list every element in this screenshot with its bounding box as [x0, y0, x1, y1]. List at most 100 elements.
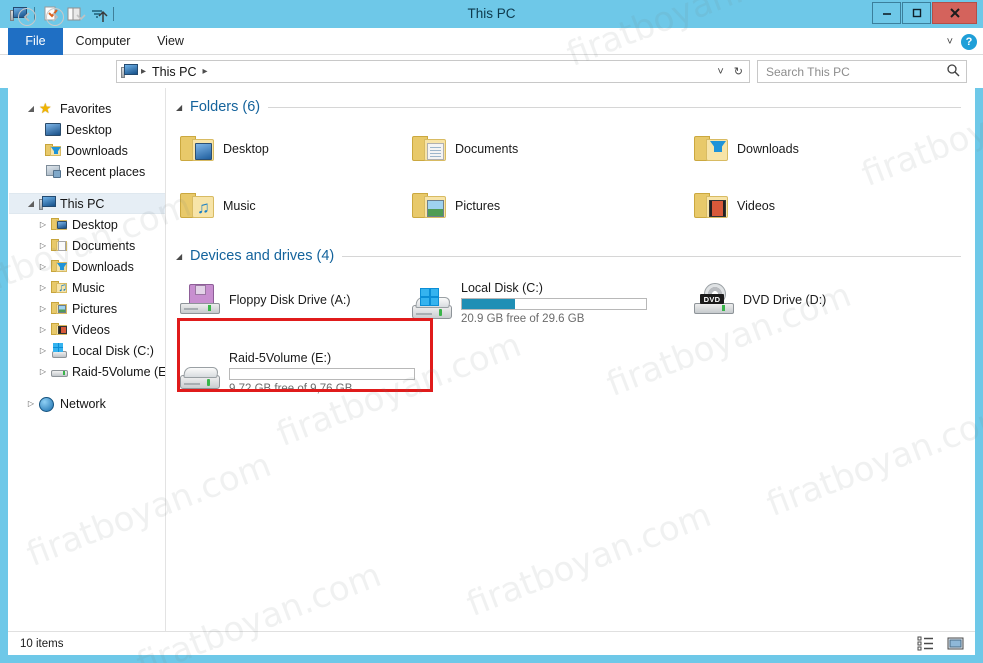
ribbon-right-controls: ˅ ?	[947, 28, 977, 55]
breadcrumb-separator-0[interactable]: ▸	[139, 66, 148, 77]
twisty-collapsed-icon[interactable]: ▷	[35, 322, 51, 338]
folder-item-documents[interactable]: Documents	[412, 134, 518, 163]
tab-file[interactable]: File	[8, 28, 63, 55]
documents-folder-icon	[412, 134, 446, 163]
sidebar-item-recent-places[interactable]: Recent places	[9, 161, 165, 182]
sidebar-item-local-disk-c[interactable]: ▷ Local Disk (C:)	[9, 340, 165, 361]
twisty-expanded-icon[interactable]: ◢	[23, 196, 39, 212]
drive-item-raid5volume-e[interactable]: Raid-5Volume (E:) 9.72 GB free of 9,76 G…	[180, 349, 415, 395]
recent-locations-icon[interactable]	[70, 6, 92, 28]
twisty-collapsed-icon[interactable]: ▷	[35, 280, 51, 296]
breadcrumb-this-pc[interactable]: This PC	[148, 65, 200, 79]
twisty-collapsed-icon[interactable]: ▷	[35, 343, 51, 359]
twisty-expanded-icon[interactable]: ◢	[176, 252, 190, 261]
capacity-bar	[229, 368, 415, 380]
twisty-collapsed-icon[interactable]: ▷	[35, 301, 51, 317]
item-label: Desktop	[223, 141, 269, 156]
sidebar-item-videos[interactable]: ▷ Videos	[9, 319, 165, 340]
group-header-folders[interactable]: ◢ Folders (6)	[176, 96, 975, 118]
capacity-bar	[461, 298, 647, 310]
twisty-collapsed-icon[interactable]: ▷	[35, 238, 51, 254]
title-bar: This PC	[0, 0, 983, 28]
large-icons-view-button[interactable]	[945, 635, 965, 653]
sidebar-item-documents[interactable]: ▷ Documents	[9, 235, 165, 256]
monitor-icon	[45, 122, 62, 138]
search-box[interactable]	[757, 60, 967, 83]
tab-computer[interactable]: Computer	[63, 28, 143, 55]
sidebar-label: Downloads	[66, 143, 128, 158]
item-label: Pictures	[455, 198, 501, 213]
sidebar-label: Desktop	[66, 122, 112, 137]
close-button[interactable]	[932, 2, 977, 24]
forward-button[interactable]	[44, 6, 66, 28]
address-bar[interactable]: ▸ This PC ▸ ˅ ↻	[116, 60, 750, 83]
sidebar-item-pictures[interactable]: ▷ Pictures	[9, 298, 165, 319]
sidebar-label: Downloads	[72, 259, 134, 274]
sidebar-label: Network	[60, 396, 106, 411]
sidebar-label: Recent places	[66, 164, 146, 179]
music-folder-icon: ♫	[51, 280, 68, 296]
folder-item-desktop[interactable]: Desktop	[180, 134, 269, 163]
network-icon	[39, 396, 56, 412]
explorer-body: ◢ ★ Favorites Desktop Downloads Recent p…	[8, 88, 975, 631]
tab-view[interactable]: View	[143, 28, 198, 55]
folder-item-downloads[interactable]: Downloads	[694, 134, 799, 163]
twisty-expanded-icon[interactable]: ◢	[176, 103, 190, 112]
sidebar-item-favorites[interactable]: ◢ ★ Favorites	[9, 98, 165, 119]
sidebar-item-raid5volume-e[interactable]: ▷ Raid-5Volume (E:)	[9, 361, 165, 382]
folders-grid: Desktop Documents Downloads ♫ Music Pict…	[166, 118, 975, 241]
drive-item-local-disk-c[interactable]: Local Disk (C:) 20.9 GB free of 29.6 GB	[412, 279, 647, 325]
dvd-badge-label: DVD	[700, 294, 724, 304]
maximize-button[interactable]	[902, 2, 931, 24]
ribbon-tab-bar: File Computer View ˅ ?	[0, 28, 983, 55]
twisty-expanded-icon[interactable]: ◢	[23, 101, 39, 117]
sidebar-item-downloads[interactable]: ▷ Downloads	[9, 256, 165, 277]
item-label: Floppy Disk Drive (A:)	[229, 293, 351, 307]
pictures-folder-icon	[51, 301, 68, 317]
back-button[interactable]	[16, 6, 38, 28]
twisty-collapsed-icon[interactable]: ▷	[23, 396, 39, 412]
sidebar-label: Documents	[72, 238, 136, 253]
downloads-folder-icon	[51, 259, 68, 275]
sidebar-item-favorites-downloads[interactable]: Downloads	[9, 140, 165, 161]
group-header-devices-and-drives[interactable]: ◢ Devices and drives (4)	[176, 245, 975, 267]
twisty-collapsed-icon[interactable]: ▷	[35, 364, 51, 380]
content-pane: ◢ Folders (6) Desktop Documents Download…	[166, 88, 975, 631]
twisty-collapsed-icon[interactable]: ▷	[35, 259, 51, 275]
minimize-button[interactable]	[872, 2, 901, 24]
drive-item-floppy-a[interactable]: Floppy Disk Drive (A:)	[180, 284, 351, 315]
address-dropdown-icon[interactable]: ˅	[717, 66, 723, 78]
sidebar-item-desktop[interactable]: ▷ Desktop	[9, 214, 165, 235]
sidebar-item-this-pc[interactable]: ◢ This PC	[9, 193, 165, 214]
downloads-folder-icon	[694, 134, 728, 163]
music-folder-icon: ♫	[180, 191, 214, 220]
search-input[interactable]	[764, 63, 946, 80]
item-label: DVD Drive (D:)	[743, 293, 827, 307]
drive-item-dvd-d[interactable]: DVD DVD Drive (D:)	[694, 283, 827, 315]
up-button[interactable]	[92, 6, 114, 28]
twisty-collapsed-icon[interactable]: ▷	[35, 217, 51, 233]
item-label: Documents	[455, 141, 519, 156]
chevron-down-icon[interactable]: ˅	[947, 36, 953, 48]
sidebar-item-network[interactable]: ▷ Network	[9, 393, 165, 414]
details-view-button[interactable]	[915, 635, 935, 653]
help-icon[interactable]: ?	[961, 33, 977, 50]
folder-item-pictures[interactable]: Pictures	[412, 191, 500, 220]
breadcrumb-separator-1[interactable]: ▸	[200, 66, 209, 77]
search-icon[interactable]	[946, 63, 960, 80]
folder-item-videos[interactable]: Videos	[694, 191, 775, 220]
devices-grid: Floppy Disk Drive (A:) Local Disk (C:) 2…	[166, 267, 975, 407]
desktop-folder-icon	[180, 134, 214, 163]
sidebar-item-music[interactable]: ▷ ♫ Music	[9, 277, 165, 298]
refresh-icon[interactable]: ↻	[734, 65, 743, 78]
drive-free-text: 9.72 GB free of 9,76 GB	[229, 383, 353, 395]
star-icon: ★	[39, 99, 52, 116]
folder-item-music[interactable]: ♫ Music	[180, 191, 256, 220]
window-controls	[871, 2, 977, 26]
item-label: Raid-5Volume (E:)	[229, 351, 332, 365]
sidebar-item-favorites-desktop[interactable]: Desktop	[9, 119, 165, 140]
hard-drive-icon	[51, 364, 68, 380]
tree-spacer-2	[9, 382, 165, 393]
videos-folder-icon	[51, 322, 68, 338]
